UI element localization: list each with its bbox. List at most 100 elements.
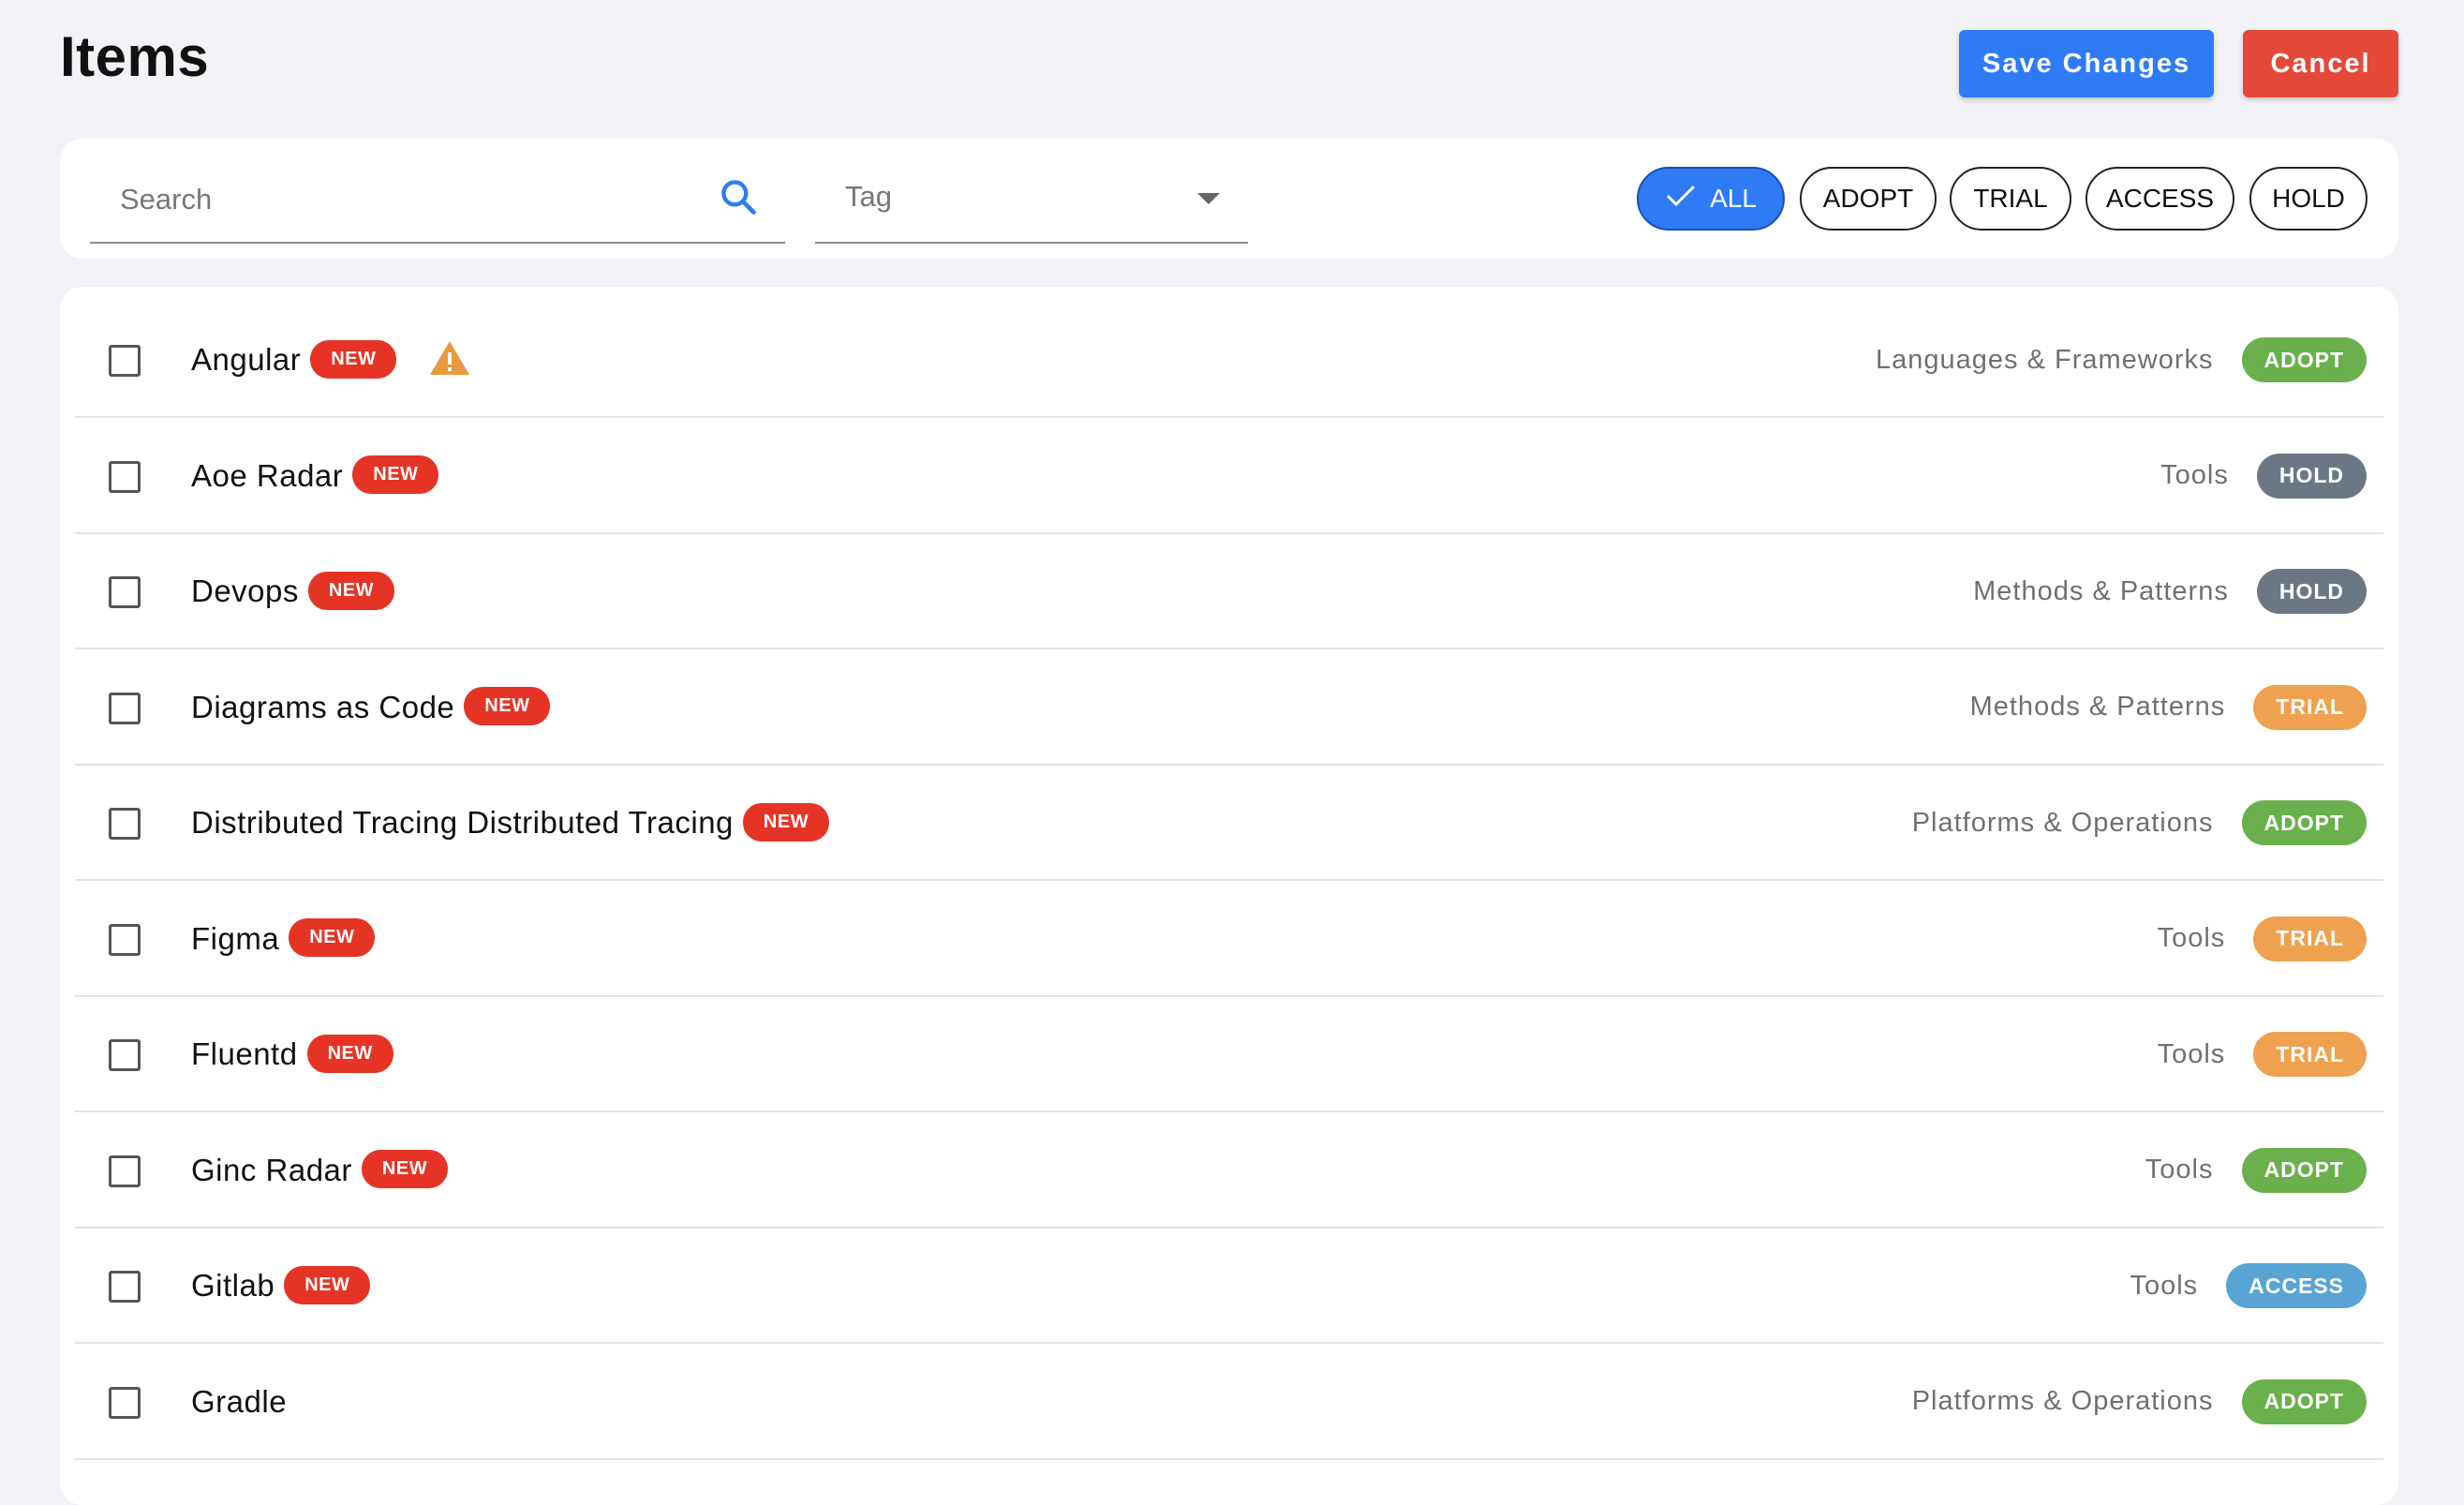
search-icon[interactable] bbox=[718, 176, 759, 217]
filter-chip-label: HOLD bbox=[2272, 184, 2345, 213]
item-name[interactable]: Angular bbox=[191, 342, 301, 377]
row-meta: Tools HOLD bbox=[2160, 453, 2367, 499]
new-badge: NEW bbox=[464, 687, 551, 726]
row-meta: Tools TRIAL bbox=[2158, 1032, 2367, 1077]
row-checkbox[interactable] bbox=[109, 576, 141, 608]
item-name[interactable]: Diagrams as Code bbox=[191, 690, 454, 724]
filter-chip-label: ADOPT bbox=[1822, 184, 1914, 213]
table-row[interactable]: Figma NEW Tools TRIAL bbox=[75, 881, 2383, 997]
item-name-cell: Figma NEW bbox=[191, 918, 376, 961]
filter-chip-access[interactable]: ACCESS bbox=[2085, 167, 2234, 231]
item-name-cell: Devops NEW bbox=[191, 571, 395, 613]
table-row[interactable]: Gradle Platforms & Operations ADOPT bbox=[75, 1344, 2383, 1460]
status-badge: ADOPT bbox=[2241, 1147, 2367, 1193]
new-badge: NEW bbox=[307, 571, 395, 610]
filter-chip-all[interactable]: ALL bbox=[1637, 167, 1785, 231]
table-row[interactable]: Diagrams as Code NEW Methods & Patterns TRI… bbox=[75, 649, 2383, 766]
search-field bbox=[90, 157, 785, 244]
item-category: Tools bbox=[2160, 460, 2229, 490]
item-name-cell: Distributed Tracing Distributed Tracing N… bbox=[191, 802, 830, 844]
tag-select[interactable]: Tag bbox=[815, 157, 1248, 244]
item-name[interactable]: Distributed Tracing Distributed Tracing bbox=[191, 805, 734, 840]
table-row[interactable]: Fluentd NEW Tools TRIAL bbox=[75, 996, 2383, 1112]
row-meta: Platforms & Operations ADOPT bbox=[1911, 1378, 2367, 1424]
status-badge: TRIAL bbox=[2253, 684, 2367, 730]
row-checkbox[interactable] bbox=[109, 692, 141, 724]
row-checkbox[interactable] bbox=[109, 345, 141, 377]
new-badge: NEW bbox=[310, 339, 397, 379]
item-name-cell: Aoe Radar NEW bbox=[191, 455, 439, 498]
row-meta: Platforms & Operations ADOPT bbox=[1912, 800, 2367, 845]
item-category: Methods & Patterns bbox=[1973, 575, 2229, 606]
row-checkbox[interactable] bbox=[109, 1386, 141, 1419]
item-name-cell: Ginc Radar NEW bbox=[191, 1150, 449, 1192]
table-row[interactable]: Ginc Radar NEW Tools ADOPT bbox=[75, 1112, 2383, 1229]
filter-chip-label: ACCESS bbox=[2105, 184, 2215, 213]
warning-icon bbox=[428, 339, 471, 377]
search-input[interactable] bbox=[120, 178, 701, 221]
status-badge: HOLD bbox=[2256, 453, 2367, 499]
status-badge: ADOPT bbox=[2241, 337, 2367, 382]
row-checkbox[interactable] bbox=[109, 923, 141, 956]
row-checkbox[interactable] bbox=[109, 808, 141, 840]
item-name-cell: Gradle bbox=[191, 1384, 287, 1420]
item-category: Tools bbox=[2157, 1038, 2226, 1069]
table-row[interactable]: Distributed Tracing Distributed Tracing N… bbox=[75, 765, 2383, 881]
row-meta: Languages & Frameworks ADOPT bbox=[1876, 337, 2367, 382]
row-meta: Methods & Patterns HOLD bbox=[1973, 569, 2367, 614]
item-name-cell: Diagrams as Code NEW bbox=[191, 687, 551, 729]
row-meta: Methods & Patterns TRIAL bbox=[1969, 684, 2367, 730]
item-category: Platforms & Operations bbox=[1911, 1386, 2214, 1416]
row-checkbox[interactable] bbox=[109, 460, 141, 493]
page-title: Items bbox=[60, 25, 210, 88]
row-checkbox[interactable] bbox=[109, 1271, 141, 1303]
table-row[interactable]: Devops NEW Methods & Patterns HOLD bbox=[75, 533, 2383, 649]
filter-chip-adopt[interactable]: ADOPT bbox=[1800, 167, 1937, 231]
item-name[interactable]: Figma bbox=[191, 921, 279, 956]
items-list: Angular NEW Languages & Frameworks ADOPT Aoe… bbox=[60, 287, 2398, 1505]
item-name[interactable]: Aoe Radar bbox=[191, 458, 343, 493]
new-badge: NEW bbox=[742, 802, 830, 842]
item-category: Methods & Patterns bbox=[1969, 692, 2226, 722]
page-header: Items Save Changes Cancel bbox=[0, 0, 2464, 131]
item-category: Languages & Frameworks bbox=[1876, 344, 2214, 375]
table-row[interactable]: Gitlab NEW Tools ACCESS bbox=[75, 1228, 2383, 1344]
row-meta: Tools TRIAL bbox=[2158, 916, 2367, 961]
item-name[interactable]: Devops bbox=[191, 574, 299, 608]
filter-chip-label: ALL bbox=[1710, 184, 1757, 213]
item-name[interactable]: Fluentd bbox=[191, 1036, 298, 1071]
status-badge: ADOPT bbox=[2241, 800, 2367, 845]
table-row[interactable]: Aoe Radar NEW Tools HOLD bbox=[75, 418, 2383, 534]
item-category: Tools bbox=[2145, 1155, 2214, 1185]
row-meta: Tools ACCESS bbox=[2130, 1263, 2367, 1308]
new-badge: NEW bbox=[284, 1265, 371, 1304]
status-badge: ADOPT bbox=[2241, 1378, 2367, 1424]
item-name[interactable]: Gitlab bbox=[191, 1268, 275, 1303]
new-badge: NEW bbox=[352, 455, 439, 495]
row-meta: Tools ADOPT bbox=[2145, 1147, 2367, 1193]
item-name[interactable]: Ginc Radar bbox=[191, 1153, 352, 1187]
filter-chip-trial[interactable]: TRIAL bbox=[1950, 167, 2071, 231]
tag-select-label: Tag bbox=[845, 180, 892, 213]
item-category: Platforms & Operations bbox=[1911, 807, 2214, 838]
check-icon bbox=[1665, 183, 1697, 216]
status-badge: HOLD bbox=[2256, 569, 2367, 614]
table-row[interactable]: Angular NEW Languages & Frameworks ADOPT bbox=[75, 302, 2383, 418]
new-badge: NEW bbox=[306, 1034, 393, 1073]
item-category: Tools bbox=[2157, 923, 2226, 953]
item-name[interactable]: Gradle bbox=[191, 1384, 287, 1419]
cancel-button[interactable]: Cancel bbox=[2243, 30, 2398, 97]
filter-chip-label: TRIAL bbox=[1973, 184, 2048, 213]
filter-bar: Tag ALL ADOPT TRIAL ACCESS HOLD bbox=[60, 139, 2398, 259]
row-checkbox[interactable] bbox=[109, 1155, 141, 1187]
save-changes-button[interactable]: Save Changes bbox=[1959, 30, 2214, 97]
new-badge: NEW bbox=[289, 918, 376, 958]
status-badge: TRIAL bbox=[2253, 916, 2367, 961]
new-badge: NEW bbox=[361, 1150, 449, 1189]
item-name-cell: Fluentd NEW bbox=[191, 1034, 393, 1076]
filter-chip-hold[interactable]: HOLD bbox=[2249, 167, 2368, 231]
status-badge: TRIAL bbox=[2253, 1032, 2367, 1077]
row-checkbox[interactable] bbox=[109, 1039, 141, 1071]
status-badge: ACCESS bbox=[2226, 1263, 2367, 1308]
chevron-down-icon bbox=[1197, 193, 1220, 206]
